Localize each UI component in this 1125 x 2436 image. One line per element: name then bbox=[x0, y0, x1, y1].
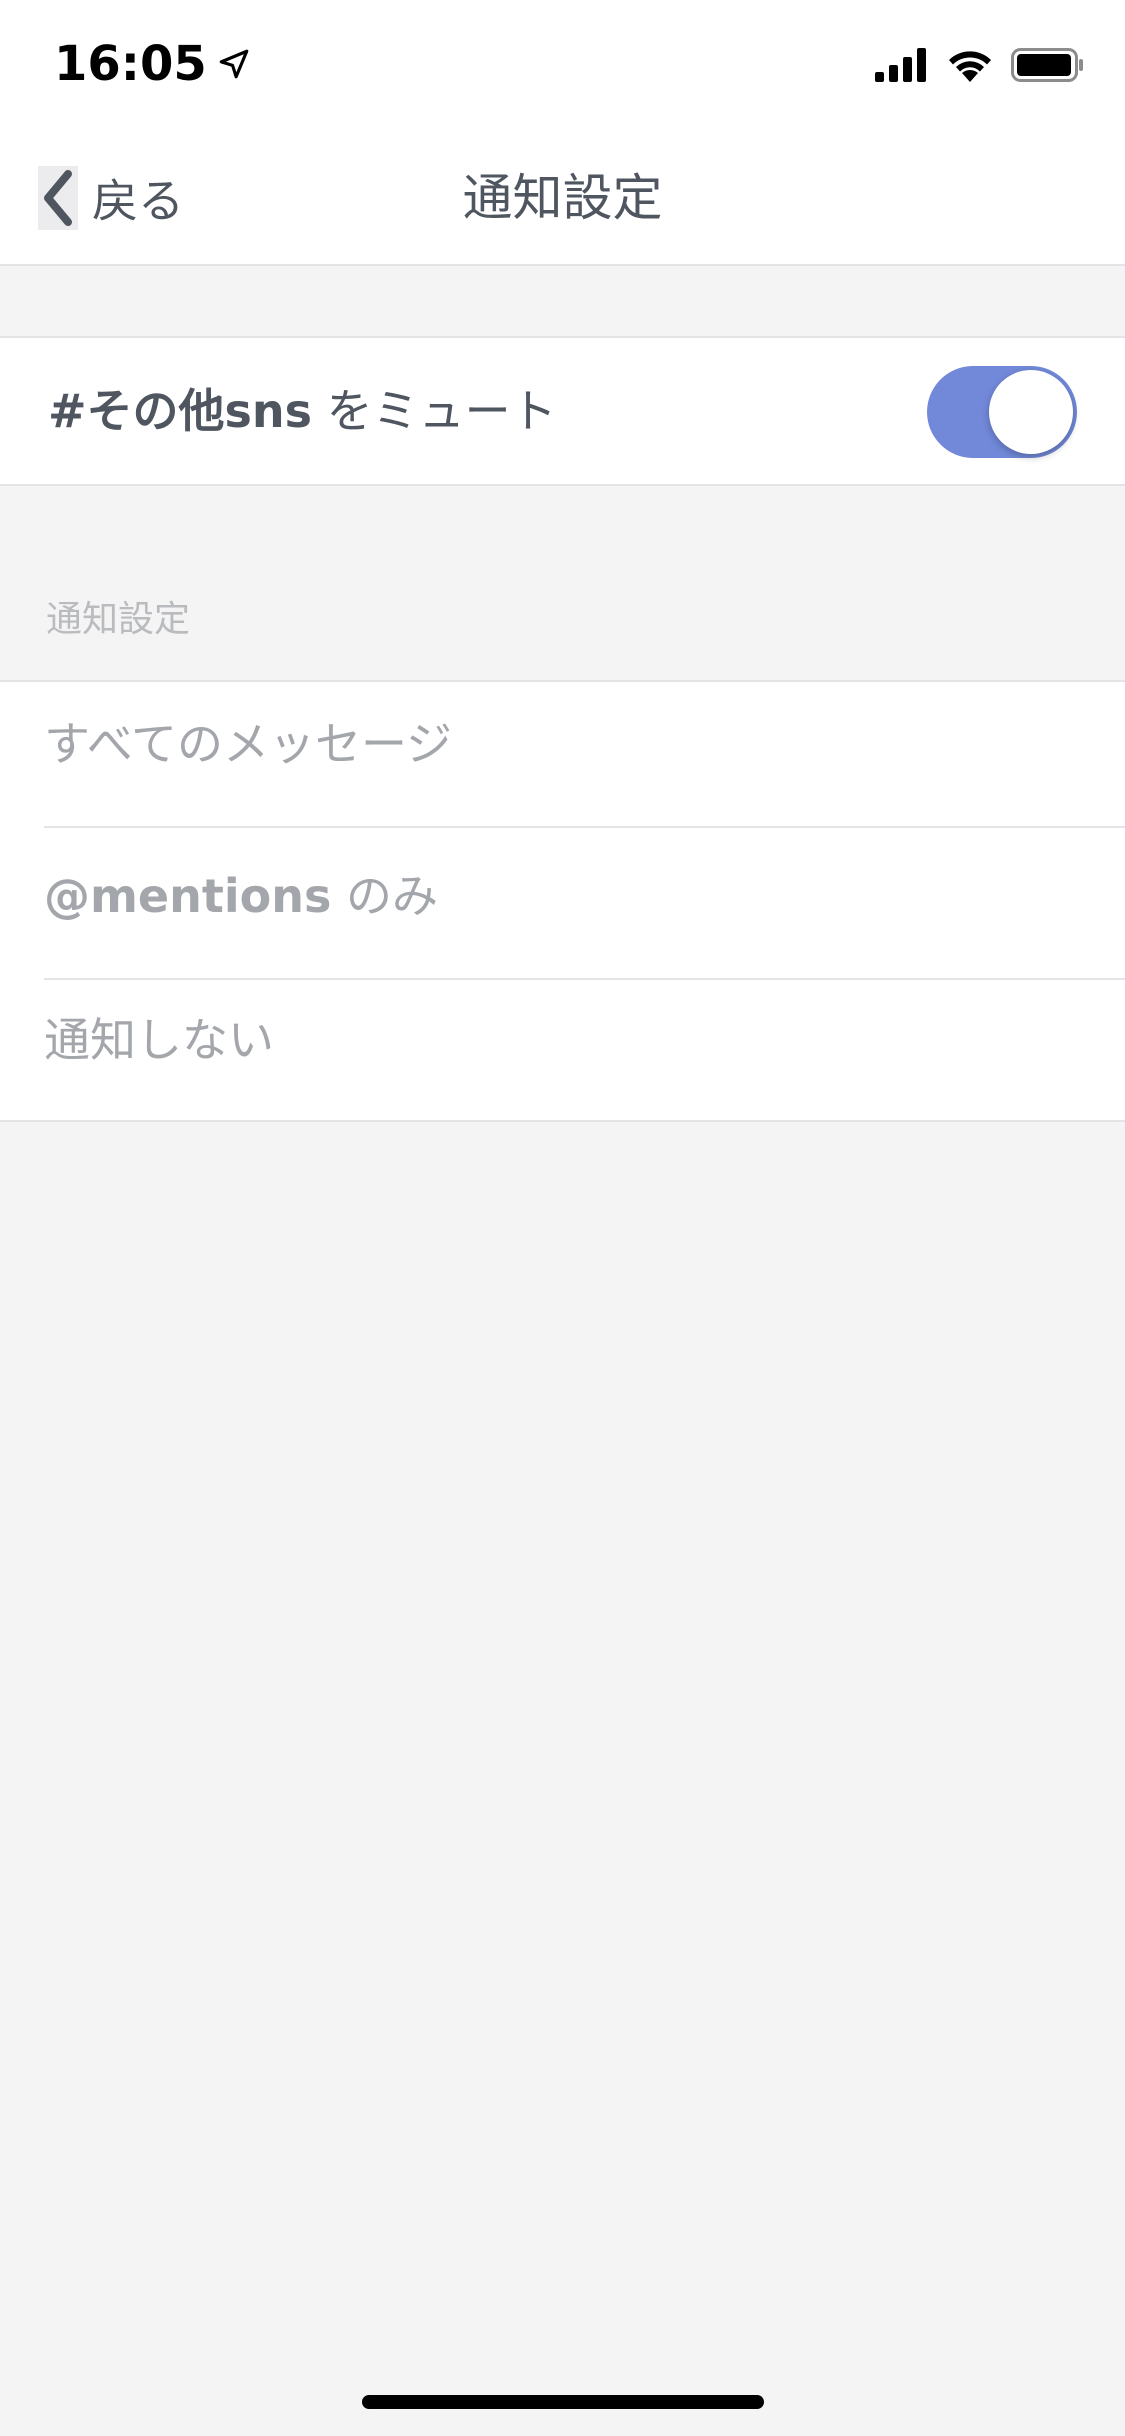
status-time-text: 16:05 bbox=[54, 36, 207, 92]
back-button[interactable]: 戻る bbox=[38, 160, 184, 236]
option-label: のみ bbox=[331, 869, 438, 923]
mute-channel-label: #その他sns をミュート bbox=[48, 338, 557, 484]
mute-toggle[interactable] bbox=[927, 366, 1077, 458]
wifi-icon bbox=[949, 51, 991, 82]
option-prefix: @mentions bbox=[44, 869, 332, 923]
battery-icon bbox=[1011, 48, 1083, 82]
home-indicator[interactable] bbox=[362, 2395, 764, 2409]
status-time: 16:05 bbox=[54, 36, 251, 92]
channel-name: #その他sns bbox=[48, 384, 313, 438]
chevron-left-icon bbox=[38, 166, 78, 230]
option-label: 通知しない bbox=[44, 1013, 274, 1067]
mute-channel-row: #その他sns をミュート bbox=[0, 336, 1125, 486]
option-all-messages[interactable]: すべてのメッセージ bbox=[44, 682, 1125, 828]
toggle-knob bbox=[989, 370, 1073, 454]
navigation-bar: 戻る 通知設定 bbox=[0, 132, 1125, 266]
location-arrow-icon bbox=[219, 49, 249, 79]
mute-suffix: をミュート bbox=[312, 384, 557, 438]
cellular-signal-icon bbox=[875, 48, 926, 82]
back-label: 戻る bbox=[92, 174, 184, 228]
option-label: すべてのメッセージ bbox=[44, 717, 453, 771]
notification-options-list: すべてのメッセージ @mentions のみ 通知しない bbox=[0, 680, 1125, 1122]
option-mentions-only[interactable]: @mentions のみ bbox=[44, 828, 1125, 980]
section-header: 通知設定 bbox=[46, 599, 191, 640]
notification-settings-screen: 16:05 戻る 通知設定 #その他sns をミュート 通知設定 すべてのメッセ… bbox=[0, 0, 1125, 2436]
option-nothing[interactable]: 通知しない bbox=[44, 980, 1125, 1120]
status-icons bbox=[875, 48, 1085, 82]
status-bar: 16:05 bbox=[0, 0, 1125, 132]
